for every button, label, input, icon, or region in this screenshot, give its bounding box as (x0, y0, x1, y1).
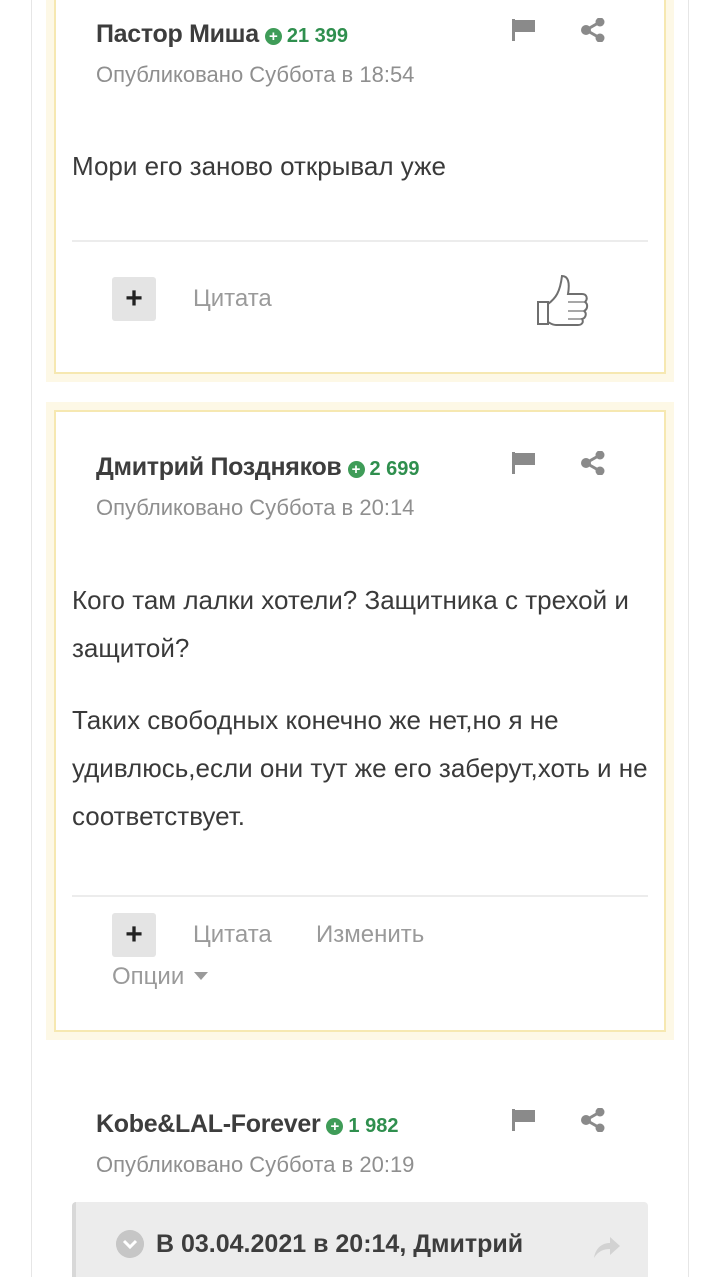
options-label: Опции (112, 963, 185, 990)
chevron-down-icon[interactable] (116, 1230, 144, 1258)
author-name[interactable]: Пастор Миша (96, 20, 259, 48)
quote-button[interactable]: Цитата (193, 285, 272, 313)
flag-icon[interactable] (511, 451, 537, 475)
reputation-count: 21 399 (286, 25, 348, 47)
post-content: Кого там лалки хотели? Защитника с трехо… (72, 576, 662, 840)
author-name[interactable]: Дмитрий Поздняков (96, 453, 342, 481)
reputation-badge[interactable]: +1 982 (326, 1115, 398, 1137)
options-menu[interactable]: Опции (112, 963, 209, 991)
plus-circle-icon: + (326, 1118, 344, 1135)
post-paragraph: Таких свободных конечно же нет,но я не у… (72, 705, 648, 831)
reputation-badge[interactable]: +21 399 (264, 25, 348, 47)
multiquote-button[interactable]: + (112, 913, 156, 957)
divider (72, 895, 648, 897)
plus-circle-icon: + (347, 461, 365, 478)
reputation-count: 1 982 (348, 1115, 399, 1137)
thumbs-up-icon[interactable] (534, 272, 590, 328)
page-border-left (31, 0, 32, 1277)
post-date[interactable]: Опубликовано Суббота в 20:14 (96, 495, 414, 521)
chevron-down-icon (194, 972, 209, 980)
post-date[interactable]: Опубликовано Суббота в 18:54 (96, 62, 414, 88)
arrow-forward-icon[interactable] (592, 1234, 622, 1260)
author-name[interactable]: Kobe&LAL-Forever (96, 1110, 321, 1138)
flag-icon[interactable] (511, 1108, 537, 1132)
post-content: Мори его заново открывал уже (72, 142, 662, 190)
post-author[interactable]: Дмитрий Поздняков +2 699 (96, 453, 420, 482)
share-icon[interactable] (580, 18, 606, 42)
quote-block: В 03.04.2021 в 20:14, Дмитрий (72, 1202, 648, 1277)
plus-circle-icon: + (264, 28, 282, 45)
share-icon[interactable] (580, 1108, 606, 1132)
post-date[interactable]: Опубликовано Суббота в 20:19 (96, 1152, 414, 1178)
post-paragraph: Кого там лалки хотели? Защитника с трехо… (72, 585, 629, 663)
plus-icon: + (125, 282, 143, 315)
flag-icon[interactable] (511, 18, 537, 42)
quote-button[interactable]: Цитата (193, 921, 272, 949)
multiquote-button[interactable]: + (112, 277, 156, 321)
post-paragraph: Мори его заново открывал уже (72, 151, 446, 181)
post-author[interactable]: Пастор Миша +21 399 (96, 20, 348, 49)
page-border-right (688, 0, 689, 1277)
divider (72, 240, 648, 242)
reputation-badge[interactable]: +2 699 (347, 458, 420, 480)
reputation-count: 2 699 (369, 458, 420, 480)
edit-button[interactable]: Изменить (316, 921, 424, 949)
plus-icon: + (125, 918, 143, 951)
share-icon[interactable] (580, 451, 606, 475)
quote-citation[interactable]: В 03.04.2021 в 20:14, Дмитрий (156, 1230, 523, 1259)
post-author[interactable]: Kobe&LAL-Forever +1 982 (96, 1110, 398, 1139)
